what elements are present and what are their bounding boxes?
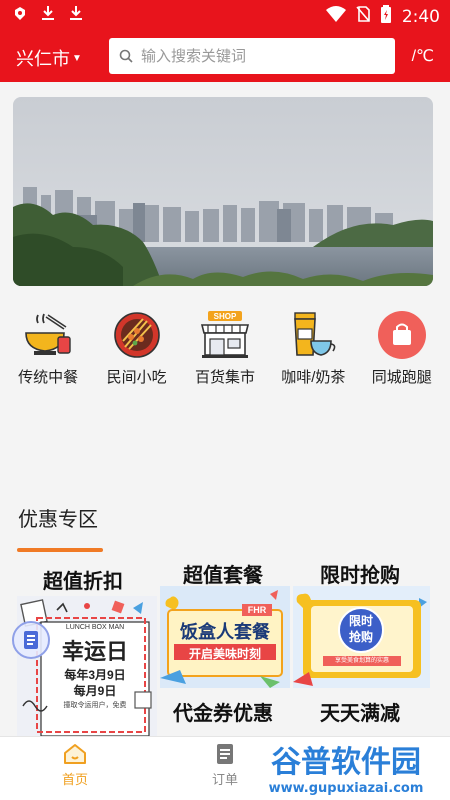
category-label: 传统中餐 <box>18 369 79 386</box>
download-icon <box>70 6 82 23</box>
section-underline <box>17 548 103 552</box>
category-label: 咖啡/奶茶 <box>281 369 346 386</box>
delivery-bag-icon <box>377 310 427 360</box>
coffee-icon <box>288 310 338 360</box>
tab-home-label: 首页 <box>61 772 88 787</box>
clock: 2:40 <box>401 6 440 27</box>
tab-orders-label: 订单 <box>211 772 238 787</box>
flash-sale-sub: 享受美食划算的实惠 <box>334 658 389 664</box>
poster-date-2: 每月9日 <box>73 684 117 698</box>
search-box[interactable] <box>109 38 395 74</box>
category-snacks[interactable]: 民间小吃 <box>94 310 180 400</box>
svg-text:www.gupuxiazai.com: www.gupuxiazai.com <box>269 781 424 796</box>
category-market[interactable]: SHOP 百货集市 <box>182 310 268 400</box>
notification-icon <box>14 6 26 23</box>
banner-image[interactable] <box>13 97 433 286</box>
svg-text:SHOP: SHOP <box>214 312 237 321</box>
category-label: 百货集市 <box>194 369 255 386</box>
category-label: 民间小吃 <box>106 369 167 386</box>
rice-bowl-icon <box>23 310 73 360</box>
set-meal-badge: FHR <box>247 605 267 615</box>
home-icon <box>64 744 86 764</box>
battery-icon <box>380 5 392 28</box>
poster-headline: 幸运日 <box>61 639 128 664</box>
top-bar: 兴仁市 ▼ /℃ <box>0 32 450 82</box>
poster-date-1: 每年3月9日 <box>64 668 126 682</box>
set-meal-headline: 饭盒人套餐 <box>180 622 270 642</box>
set-meal-sub: 开启美味时刻 <box>188 647 261 661</box>
wifi-icon <box>325 6 346 27</box>
search-icon <box>119 49 133 63</box>
download-icon <box>42 6 54 23</box>
category-errands[interactable]: 同城跑腿 <box>359 310 445 400</box>
order-list-icon <box>217 744 233 764</box>
category-coffee-tea[interactable]: 咖啡/奶茶 <box>270 310 356 400</box>
document-icon <box>24 631 38 649</box>
category-row: 传统中餐 民间小吃 SHOP 百货集市 咖啡/奶茶 同城跑腿 <box>0 310 450 400</box>
promo-set-meal-title[interactable]: 超值套餐 <box>183 559 263 588</box>
tab-home[interactable]: 首页 <box>40 743 110 788</box>
svg-text:谷普软件园: 谷普软件园 <box>271 745 421 780</box>
flash-sale-badge-line2: 抢购 <box>348 630 373 644</box>
no-sim-icon <box>356 6 370 27</box>
promo-daily-off-title[interactable]: 天天满减 <box>320 697 400 726</box>
promo-set-meal-card[interactable]: FHR 饭盒人套餐 开启美味时刻 <box>160 586 290 688</box>
city-label: 兴仁市 <box>16 49 70 69</box>
promo-discount-poster[interactable]: LUNCH BOX MAN 幸运日 每年3月9日 每月9日 撞取令运用户，免费 <box>17 596 157 736</box>
category-label: 同城跑腿 <box>371 369 432 386</box>
temperature-label: /℃ <box>411 48 434 65</box>
category-chinese-food[interactable]: 传统中餐 <box>5 310 91 400</box>
watermark-logo: 谷普软件园 www.gupuxiazai.com <box>246 740 446 798</box>
promo-flash-sale-title[interactable]: 限时抢购 <box>320 559 400 588</box>
city-selector[interactable]: 兴仁市 ▼ <box>16 45 82 71</box>
poster-brand: LUNCH BOX MAN <box>65 624 125 631</box>
shop-icon: SHOP <box>200 310 250 360</box>
floating-shortcut-button[interactable] <box>12 621 50 659</box>
flash-sale-badge-line1: 限时 <box>348 614 373 628</box>
caret-down-icon: ▼ <box>72 52 82 64</box>
skewers-icon <box>112 310 162 360</box>
section-title: 优惠专区 <box>18 509 98 531</box>
promo-grid: 超值折扣 超值套餐 限时抢购 LUNCH BOX MAN 幸运日 每年3月9日 … <box>0 556 450 736</box>
poster-note: 撞取令运用户，免费 <box>63 702 127 709</box>
search-input[interactable] <box>141 47 381 65</box>
promo-discount-title[interactable]: 超值折扣 <box>43 565 123 594</box>
status-bar: 2:40 <box>0 0 450 32</box>
promo-voucher-title[interactable]: 代金券优惠 <box>173 697 273 726</box>
promo-flash-sale-card[interactable]: 限时 抢购 享受美食划算的实惠 <box>293 586 430 688</box>
